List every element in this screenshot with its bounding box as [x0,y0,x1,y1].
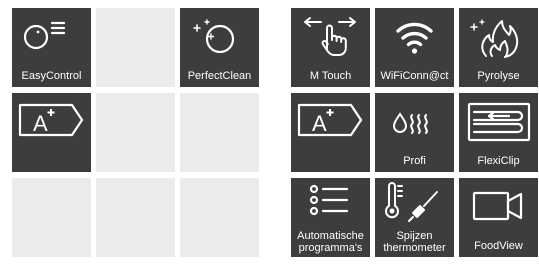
feature-label-line2: programma's [298,242,363,254]
empty-tile [96,93,175,172]
feature-label: M Touch [309,70,352,82]
feature-label-line1: Spijzen [396,230,433,242]
svg-text:A: A [33,111,48,136]
feature-label-line1: Automatische [297,230,364,242]
empty-tile [96,178,175,257]
feature-tile-energy-class: A [291,93,370,172]
energy-class-a-plus-icon: A [18,103,84,137]
feature-label: Automatische programma's [291,230,370,254]
feature-label: Pyrolyse [477,70,520,82]
feature-tile-perfectclean: PerfectClean [180,8,259,87]
feature-tile-flexiclip: FlexiClip [459,93,538,172]
feature-tile-m-touch: M Touch [291,8,370,87]
feature-grid-left: EasyControl PerfectClean A [12,8,259,257]
feature-tile-energy-class: A [12,93,91,172]
feature-label: WiFiConn@ct [380,70,449,82]
feature-tile-food-thermometer: Spijzen thermometer [375,178,454,257]
feature-label: FoodView [474,240,523,252]
feature-tile-pyrolyse: Pyrolyse [459,8,538,87]
feature-label-line2: thermometer [383,242,446,254]
energy-class-a-plus-icon: A [297,103,363,137]
feature-grid-right: M Touch WiFiConn@ct Pyrolyse A Profi Fle… [291,8,538,257]
feature-tile-easycontrol: EasyControl [12,8,91,87]
empty-tile [96,8,175,87]
feature-tile-profi: Profi [375,93,454,172]
feature-label: FlexiClip [477,155,520,167]
feature-label: Profi [403,155,426,167]
empty-tile [12,178,91,257]
empty-tile [180,93,259,172]
svg-text:A: A [312,111,327,136]
feature-label: EasyControl [21,70,82,82]
feature-label: Spijzen thermometer [375,230,454,254]
feature-label: PerfectClean [187,70,252,82]
feature-tile-automatic-programs: Automatische programma's [291,178,370,257]
empty-tile [180,178,259,257]
feature-tile-wificonnect: WiFiConn@ct [375,8,454,87]
feature-tile-foodview: FoodView [459,178,538,257]
